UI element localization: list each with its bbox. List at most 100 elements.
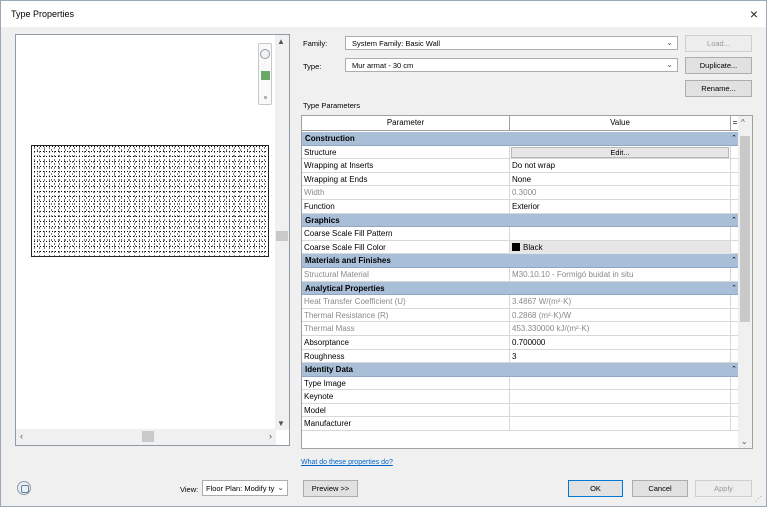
value-cell: 0.3000 [510, 186, 731, 200]
table-row[interactable]: Structure Edit... [302, 145, 739, 160]
type-parameters-label: Type Parameters [303, 101, 361, 110]
scroll-thumb[interactable] [740, 136, 750, 322]
group-header[interactable]: Construction ⌃ [302, 132, 739, 146]
value-cell[interactable] [510, 403, 731, 417]
parameter-column-header[interactable]: Parameter [302, 116, 510, 131]
ok-button[interactable]: OK [568, 480, 623, 497]
preview-pane[interactable]: ▲ ▼ ‹ › [15, 34, 290, 446]
scroll-up-icon[interactable]: ▲ [277, 37, 285, 46]
duplicate-button[interactable]: Duplicate... [685, 57, 752, 74]
cancel-button[interactable]: Cancel [632, 480, 688, 497]
preview-button[interactable]: Preview >> [303, 480, 358, 497]
type-dropdown[interactable]: Mur armat - 30 cm ⌄ [345, 58, 678, 72]
table-row[interactable]: Thermal Resistance (R) 0.2868 (m²·K)/W [302, 308, 739, 323]
table-row[interactable]: Thermal Mass 453.330000 kJ/(m²·K) [302, 322, 739, 336]
family-dropdown[interactable]: System Family: Basic Wall ⌄ [345, 36, 678, 50]
group-title: Materials and Finishes [305, 256, 391, 266]
table-row[interactable]: Wrapping at Inserts Do not wrap [302, 159, 739, 173]
preview-navigation-icon[interactable] [17, 481, 31, 495]
value-cell[interactable]: Edit... [510, 145, 731, 159]
view-label: View: [180, 485, 199, 494]
title-bar: Type Properties × [1, 1, 766, 27]
steering-wheel-icon[interactable] [260, 49, 270, 59]
scroll-thumb[interactable] [142, 431, 154, 442]
collapse-group-icon[interactable]: ⌃ [731, 282, 737, 295]
grid-rows: Construction ⌃ Structure Edit... Wrapping at… [302, 132, 739, 432]
type-properties-dialog: Type Properties × ▲ ▼ ‹ › Family: System… [0, 0, 767, 507]
value-cell: 3.4867 W/(m²·K) [510, 295, 731, 309]
view-dropdown[interactable]: Floor Plan: Modify ty ⌄ [202, 480, 288, 496]
table-row[interactable]: Model [302, 403, 739, 418]
close-icon[interactable]: × [750, 6, 758, 22]
group-header[interactable]: Materials and Finishes ⌃ [302, 254, 739, 268]
table-row[interactable]: Manufacturer [302, 417, 739, 432]
parameter-cell: Type Image [302, 376, 510, 390]
chevron-down-icon: ⌄ [666, 60, 673, 69]
table-row[interactable]: Type Image [302, 376, 739, 391]
value-cell[interactable]: None [510, 172, 731, 186]
type-parameters-grid[interactable]: Parameter Value = Construction ⌃ Structure… [301, 115, 753, 449]
group-header[interactable]: Identity Data ⌃ [302, 363, 739, 377]
value-cell[interactable] [510, 417, 731, 431]
group-header[interactable]: Graphics ⌃ [302, 213, 739, 228]
table-row[interactable]: Keynote [302, 390, 739, 404]
parameter-cell: Coarse Scale Fill Color [302, 240, 510, 254]
table-row[interactable]: Absorptance 0.700000 [302, 335, 739, 350]
table-row[interactable]: Coarse Scale Fill Color Black [302, 240, 739, 255]
parameter-cell: Structure [302, 145, 510, 159]
group-header[interactable]: Analytical Properties ⌃ [302, 281, 739, 296]
value-cell: M30.10.10 - Formigó buidat in situ [510, 267, 731, 281]
grid-vertical-scrollbar[interactable]: ^ ⌄ [738, 116, 752, 448]
value-cell[interactable] [510, 390, 731, 404]
parameter-cell: Wrapping at Inserts [302, 159, 510, 173]
scroll-down-icon[interactable]: ▼ [277, 419, 285, 428]
group-title: Construction [305, 134, 355, 143]
load-button[interactable]: Load... [685, 35, 752, 52]
value-cell[interactable]: Do not wrap [510, 159, 731, 173]
table-row[interactable]: Structural Material M30.10.10 - Formigó b… [302, 267, 739, 282]
table-row[interactable]: Width 0.3000 [302, 186, 739, 200]
group-title: Analytical Properties [305, 283, 385, 293]
value-column-header[interactable]: Value [510, 116, 731, 131]
parameter-cell: Roughness [302, 349, 510, 363]
table-row[interactable]: Wrapping at Ends None [302, 172, 739, 187]
collapse-group-icon[interactable]: ⌃ [731, 214, 737, 227]
chevron-down-icon: ⌄ [277, 483, 284, 492]
group-title: Identity Data [305, 365, 354, 375]
value-cell[interactable] [510, 376, 731, 390]
collapse-group-icon[interactable]: ⌃ [731, 254, 737, 267]
value-cell[interactable] [510, 227, 731, 241]
grid-header: Parameter Value = [302, 116, 739, 131]
resize-grip-icon[interactable]: ⋰ [755, 495, 763, 503]
parameter-cell: Heat Transfer Coefficient (U) [302, 295, 510, 309]
type-value: Mur armat - 30 cm [352, 61, 414, 70]
scroll-up-icon[interactable]: ^ [741, 118, 745, 127]
collapse-group-icon[interactable]: ⌃ [731, 132, 737, 145]
help-link[interactable]: What do these properties do? [301, 459, 393, 466]
scroll-down-icon[interactable]: ⌄ [741, 437, 748, 446]
preview-horizontal-scrollbar[interactable]: ‹ › [16, 429, 276, 445]
scroll-left-icon[interactable]: ‹ [20, 431, 23, 441]
apply-button[interactable]: Apply [695, 480, 752, 497]
preview-canvas[interactable] [16, 35, 276, 430]
preview-vertical-scrollbar[interactable]: ▲ ▼ [275, 35, 289, 430]
value-cell[interactable]: 3 [510, 349, 731, 363]
parameter-cell: Function [302, 199, 510, 213]
table-row[interactable]: Coarse Scale Fill Pattern [302, 227, 739, 241]
table-row[interactable]: Roughness 3 [302, 349, 739, 364]
scroll-right-icon[interactable]: › [269, 431, 272, 441]
zoom-icon[interactable] [261, 71, 270, 80]
table-row[interactable]: Function Exterior [302, 199, 739, 214]
collapse-group-icon[interactable]: ⌃ [731, 363, 737, 376]
table-row[interactable]: Heat Transfer Coefficient (U) 3.4867 W/(m… [302, 295, 739, 309]
value-cell[interactable]: 0.700000 [510, 335, 731, 349]
edit-structure-button[interactable]: Edit... [511, 146, 729, 158]
rename-button[interactable]: Rename... [685, 80, 752, 97]
value-cell[interactable]: Exterior [510, 199, 731, 213]
parameter-cell: Model [302, 403, 510, 417]
navigation-bar[interactable] [258, 43, 272, 105]
family-value: System Family: Basic Wall [352, 39, 441, 48]
value-cell[interactable]: Black [510, 240, 731, 254]
nav-options-icon[interactable] [264, 96, 267, 99]
scroll-thumb[interactable] [276, 231, 288, 241]
